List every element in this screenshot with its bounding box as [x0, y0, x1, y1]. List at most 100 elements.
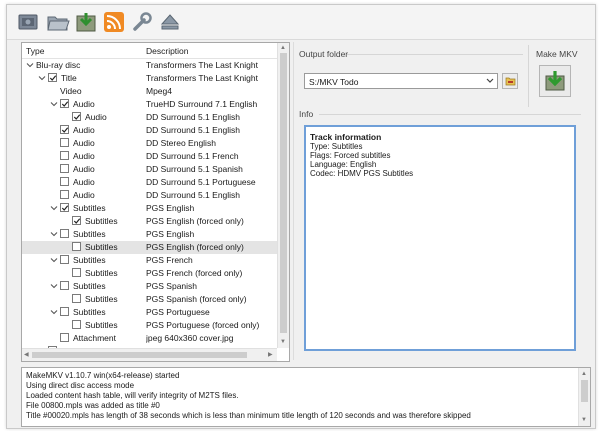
- tree-vertical-scrollbar[interactable]: ▲ ▼: [277, 43, 289, 348]
- tree-row[interactable]: Audio DD Surround 5.1 English: [22, 111, 277, 124]
- log-line: Title #00020.mpls has length of 38 secon…: [26, 411, 471, 420]
- chevron-down-icon[interactable]: [50, 256, 58, 264]
- tree-row-description: jpeg 640x360 cover.jpg: [146, 333, 234, 343]
- tree-row-type: Subtitles: [85, 242, 118, 252]
- tree-row-description: Transformers The Last Knight: [146, 60, 258, 70]
- track-checkbox[interactable]: [72, 216, 81, 225]
- track-checkbox[interactable]: [60, 151, 69, 160]
- track-checkbox[interactable]: [60, 138, 69, 147]
- make-mkv-label: Make MKV: [536, 49, 578, 59]
- track-checkbox[interactable]: [60, 307, 69, 316]
- tree-row[interactable]: Audio DD Surround 5.1 English: [22, 189, 277, 202]
- chevron-down-icon[interactable]: [50, 308, 58, 316]
- track-checkbox[interactable]: [60, 177, 69, 186]
- tree-row-description: PGS English: [146, 229, 195, 239]
- tree-row[interactable]: Audio DD Surround 5.1 English: [22, 124, 277, 137]
- track-checkbox[interactable]: [60, 333, 69, 342]
- scrollbar-thumb[interactable]: [32, 352, 247, 358]
- settings-wrench-icon[interactable]: [129, 9, 155, 35]
- chevron-down-icon[interactable]: [484, 75, 496, 87]
- tree-row[interactable]: Subtitles PGS English: [22, 228, 277, 241]
- tree-row[interactable]: Audio TrueHD Surround 7.1 English: [22, 98, 277, 111]
- tree-row-type: Subtitles: [73, 307, 106, 317]
- tree-row[interactable]: Subtitles PGS Spanish (forced only): [22, 293, 277, 306]
- track-checkbox[interactable]: [60, 190, 69, 199]
- log-line: Loaded content hash table, will verify i…: [26, 391, 239, 400]
- tree-row[interactable]: Subtitles PGS English (forced only): [22, 215, 277, 228]
- tree-row[interactable]: Subtitles PGS French: [22, 254, 277, 267]
- chevron-down-icon[interactable]: [26, 61, 34, 69]
- info-line: Type: Subtitles: [310, 142, 363, 151]
- group-divider: [319, 114, 581, 115]
- browse-folder-button[interactable]: [502, 73, 518, 89]
- stream-icon[interactable]: [101, 9, 127, 35]
- tree-header: Type Description: [22, 43, 277, 59]
- tree-row-type: Audio: [73, 99, 95, 109]
- tree-row[interactable]: Blu-ray disc Transformers The Last Knight: [22, 59, 277, 72]
- tree-row[interactable]: Subtitles PGS Portuguese: [22, 306, 277, 319]
- tree-row[interactable]: Subtitles PGS Spanish: [22, 280, 277, 293]
- track-checkbox[interactable]: [72, 268, 81, 277]
- make-mkv-button[interactable]: [539, 65, 571, 97]
- log-line: File 00800.mpls was added as title #0: [26, 401, 160, 410]
- scrollbar-thumb[interactable]: [581, 380, 588, 402]
- open-files-icon[interactable]: [15, 9, 41, 35]
- tree-row-description: DD Surround 5.1 Spanish: [146, 164, 243, 174]
- tree-row[interactable]: Subtitles PGS English (forced only): [22, 241, 277, 254]
- tree-row[interactable]: Attachment jpeg 640x360 cover.jpg: [22, 332, 277, 345]
- chevron-down-icon[interactable]: [50, 204, 58, 212]
- track-checkbox[interactable]: [60, 229, 69, 238]
- tree-row-description: PGS English (forced only): [146, 216, 244, 226]
- tree-row[interactable]: Audio DD Surround 5.1 Portuguese: [22, 176, 277, 189]
- track-checkbox[interactable]: [72, 112, 81, 121]
- track-checkbox[interactable]: [60, 164, 69, 173]
- tree-row[interactable]: Title Transformers The Last Knight: [22, 72, 277, 85]
- title-tree-panel[interactable]: Type Description Blu-ray disc Transformer…: [21, 42, 290, 362]
- track-checkbox[interactable]: [72, 294, 81, 303]
- tree-row[interactable]: Audio DD Stereo English: [22, 137, 277, 150]
- track-checkbox[interactable]: [60, 99, 69, 108]
- chevron-down-icon[interactable]: [50, 282, 58, 290]
- column-description-header[interactable]: Description: [146, 46, 189, 56]
- chevron-down-icon[interactable]: [38, 74, 46, 82]
- scrollbar-thumb[interactable]: [280, 53, 287, 333]
- tree-row[interactable]: Subtitles PGS Portuguese (forced only): [22, 319, 277, 332]
- tree-row-type: Subtitles: [85, 320, 118, 330]
- chevron-down-icon[interactable]: [50, 100, 58, 108]
- tree-row[interactable]: Audio DD Surround 5.1 French: [22, 150, 277, 163]
- track-checkbox[interactable]: [60, 203, 69, 212]
- tree-row-description: DD Surround 5.1 Portuguese: [146, 177, 256, 187]
- column-type-header[interactable]: Type: [26, 46, 44, 56]
- save-icon[interactable]: [73, 9, 99, 35]
- output-folder-label: Output folder: [299, 49, 349, 59]
- tree-row-type: Audio: [73, 138, 95, 148]
- tree-row-description: DD Stereo English: [146, 138, 216, 148]
- track-checkbox[interactable]: [72, 242, 81, 251]
- log-panel[interactable]: MakeMKV v1.10.7 win(x64-release) started…: [21, 367, 591, 427]
- info-line: Language: English: [310, 160, 377, 169]
- track-checkbox[interactable]: [60, 281, 69, 290]
- tree-horizontal-scrollbar[interactable]: ◀ ▶: [22, 348, 277, 361]
- output-folder-select[interactable]: S:/MKV Todo: [304, 73, 498, 89]
- tree-row-description: PGS Spanish (forced only): [146, 294, 247, 304]
- tree-row[interactable]: Subtitles PGS French (forced only): [22, 267, 277, 280]
- eject-icon[interactable]: [157, 9, 183, 35]
- track-checkbox[interactable]: [60, 125, 69, 134]
- track-checkbox[interactable]: [72, 320, 81, 329]
- chevron-down-icon[interactable]: [50, 230, 58, 238]
- log-scrollbar[interactable]: ▲ ▼: [578, 368, 590, 426]
- track-checkbox[interactable]: [48, 73, 57, 82]
- info-line: Flags: Forced subtitles: [310, 151, 391, 160]
- tree-row[interactable]: Audio DD Surround 5.1 Spanish: [22, 163, 277, 176]
- track-checkbox[interactable]: [60, 255, 69, 264]
- tree-row-type: Attachment: [73, 333, 116, 343]
- toolbar: [7, 5, 595, 40]
- tree-row-type: Subtitles: [73, 229, 106, 239]
- tree-row[interactable]: Video Mpeg4: [22, 85, 277, 98]
- tree-row-type: Audio: [73, 164, 95, 174]
- tree-row[interactable]: Subtitles PGS English: [22, 202, 277, 215]
- panel-divider[interactable]: [293, 42, 294, 360]
- open-folder-icon[interactable]: [45, 9, 71, 35]
- tree-row-type: Subtitles: [73, 255, 106, 265]
- tree-row-description: PGS Portuguese: [146, 307, 210, 317]
